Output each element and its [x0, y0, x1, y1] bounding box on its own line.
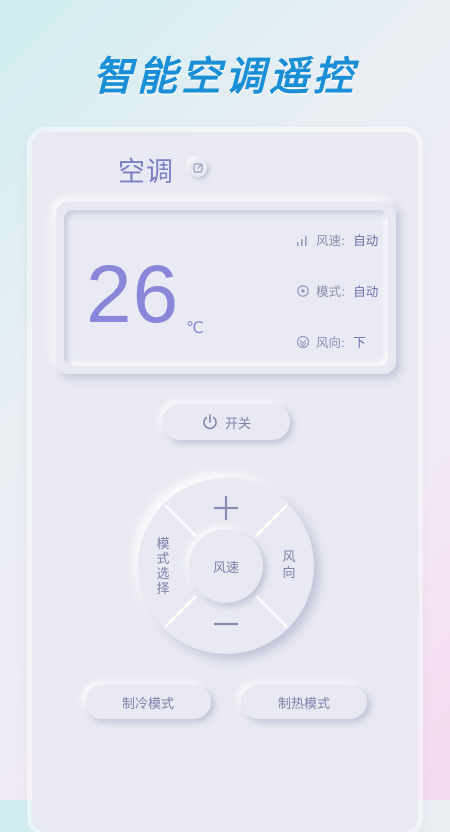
- mode-select-char: 选: [156, 567, 170, 582]
- status-fan-speed-label: 风速:: [316, 233, 346, 248]
- status-fan-speed-value: 自动: [353, 233, 379, 248]
- device-title: 空调: [118, 157, 174, 188]
- mode-select-char: 模: [156, 537, 170, 552]
- status-display: 26 ℃ 风速: 自动 模式: 自动 风向: 下: [56, 202, 396, 374]
- temperature-up-button[interactable]: [206, 488, 246, 528]
- signal-bars-icon: [297, 235, 307, 246]
- temperature-value: 26: [86, 249, 180, 340]
- mode-select-button[interactable]: 模 式 选 择: [148, 530, 178, 604]
- status-wind-direction-value: 下: [353, 335, 366, 350]
- wind-direction-char: 向: [282, 566, 296, 581]
- fan-speed-button[interactable]: 风速: [189, 529, 263, 603]
- status-display-inner: 26 ℃ 风速: 自动 模式: 自动 风向: 下: [64, 210, 388, 366]
- cool-mode-label: 制冷模式: [121, 696, 174, 712]
- status-mode-label: 模式:: [316, 284, 346, 299]
- status-fan-speed: 风速: 自动: [296, 230, 378, 249]
- direction-dial: 模 式 选 择 风 向 风速: [138, 478, 314, 654]
- fan-speed-label: 风速: [212, 560, 239, 576]
- power-icon: [203, 414, 217, 430]
- mode-select-char: 择: [156, 582, 170, 597]
- heat-mode-button[interactable]: 制热模式: [241, 685, 367, 719]
- remote-panel: 空调 26 ℃ 风速: 自动 模式: 自动 风向: 下 开关 模 式 选 择 风…: [32, 132, 418, 832]
- temperature-unit: ℃: [186, 318, 204, 337]
- wind-direction-char: 风: [282, 550, 296, 565]
- mode-cycle-icon: [297, 284, 309, 297]
- page-headline: 智能空调遥控: [93, 54, 357, 100]
- status-mode: 模式: 自动: [296, 281, 378, 300]
- power-button[interactable]: 开关: [162, 404, 290, 440]
- wind-direction-button[interactable]: 风 向: [276, 546, 302, 586]
- wind-direction-icon: [296, 335, 310, 348]
- heat-mode-label: 制热模式: [277, 696, 330, 712]
- temperature-down-button[interactable]: [206, 606, 246, 642]
- power-label: 开关: [224, 416, 251, 432]
- minus-icon: [214, 622, 238, 626]
- status-mode-value: 自动: [353, 284, 379, 299]
- cool-mode-button[interactable]: 制冷模式: [85, 685, 211, 719]
- plus-icon: [214, 496, 238, 520]
- mode-select-char: 式: [156, 552, 170, 567]
- status-wind-direction-label: 风向:: [316, 335, 346, 350]
- status-wind-direction: 风向: 下: [296, 332, 366, 351]
- edit-icon[interactable]: [189, 159, 207, 177]
